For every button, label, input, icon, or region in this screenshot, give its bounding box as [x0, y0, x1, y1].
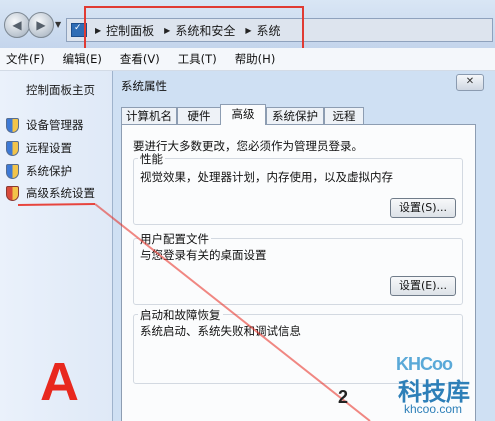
tab-system-protection[interactable]: 系统保护 — [266, 107, 324, 124]
breadcrumb-label: 控制面板 — [106, 23, 155, 38]
annotation-number-2: 2 — [338, 387, 349, 407]
watermark-url: khcoo.com — [404, 402, 463, 416]
task-label: 高级系统设置 — [26, 186, 95, 200]
task-advanced-system-settings[interactable]: 高级系统设置 — [6, 185, 95, 201]
chevron-right-icon: ▶ — [164, 25, 171, 35]
control-panel-icon — [71, 23, 87, 37]
menu-edit[interactable]: 编辑(E) — [57, 51, 108, 67]
performance-desc: 视觉效果，处理器计划，内存使用，以及虚拟内存 — [140, 170, 393, 184]
close-button[interactable]: ✕ — [456, 74, 484, 91]
breadcrumb-system[interactable]: ▶ 系统 — [241, 22, 280, 39]
task-remote-settings[interactable]: 远程设置 — [6, 140, 72, 156]
breadcrumb-control-panel[interactable]: ▶ 控制面板 — [91, 22, 154, 39]
arrow-left-icon: ◀ — [12, 18, 22, 32]
user-profiles-settings-button[interactable]: 设置(E)... — [390, 276, 456, 296]
menu-view[interactable]: 查看(V) — [114, 51, 166, 67]
dialog-title: 系统属性 — [121, 79, 167, 93]
address-field[interactable]: ▶ 控制面板 ▶ 系统和安全 ▶ 系统 — [66, 18, 493, 42]
breadcrumb-system-security[interactable]: ▶ 系统和安全 — [160, 22, 235, 39]
watermark-logo: KHCoo 科技库 khcoo.com — [384, 350, 494, 420]
shield-icon — [6, 140, 19, 156]
forward-button[interactable]: ▶ — [28, 12, 54, 38]
user-profiles-group: 用户配置文件 与您登录有关的桌面设置 设置(E)... — [133, 231, 463, 305]
menu-bar: 文件(F) 编辑(E) 查看(V) 工具(T) 帮助(H) — [0, 48, 495, 71]
back-button[interactable]: ◀ — [4, 12, 30, 38]
task-device-manager[interactable]: 设备管理器 — [6, 117, 84, 133]
shield-icon — [6, 163, 19, 179]
chevron-right-icon: ▶ — [95, 25, 102, 35]
shield-icon — [6, 117, 19, 133]
tab-computer-name[interactable]: 计算机名 — [121, 107, 177, 124]
control-panel-home-link[interactable]: 控制面板主页 — [26, 82, 95, 98]
chevron-right-icon: ▶ — [245, 25, 252, 35]
performance-settings-button[interactable]: 设置(S)... — [390, 198, 456, 218]
performance-title: 性能 — [138, 151, 165, 167]
arrow-right-icon: ▶ — [36, 18, 46, 32]
tab-hardware[interactable]: 硬件 — [177, 107, 221, 124]
startup-recovery-desc: 系统启动、系统失败和调试信息 — [140, 324, 301, 338]
menu-file[interactable]: 文件(F) — [0, 51, 51, 67]
user-profiles-title: 用户配置文件 — [138, 231, 211, 247]
address-bar: ◀ ▶ ▼ ▶ 控制面板 ▶ 系统和安全 ▶ 系统 — [0, 0, 495, 58]
tab-advanced[interactable]: 高级 — [220, 104, 266, 125]
annotation-letter-a: A — [40, 352, 79, 412]
task-label: 系统保护 — [26, 164, 72, 178]
history-dropdown-icon[interactable]: ▼ — [55, 20, 61, 29]
task-system-protection[interactable]: 系统保护 — [6, 163, 72, 179]
shield-icon — [6, 185, 19, 201]
close-icon: ✕ — [465, 76, 475, 87]
task-label: 远程设置 — [26, 141, 72, 155]
startup-recovery-title: 启动和故障恢复 — [138, 307, 223, 323]
performance-group: 性能 视觉效果，处理器计划，内存使用，以及虚拟内存 设置(S)... — [133, 151, 463, 225]
admin-note: 要进行大多数更改，您必须作为管理员登录。 — [133, 139, 363, 153]
user-profiles-desc: 与您登录有关的桌面设置 — [140, 248, 267, 262]
breadcrumb-label: 系统 — [256, 23, 281, 38]
tab-remote[interactable]: 远程 — [324, 107, 364, 124]
breadcrumb-label: 系统和安全 — [175, 23, 236, 38]
task-label: 设备管理器 — [26, 118, 84, 132]
menu-help[interactable]: 帮助(H) — [229, 51, 282, 67]
menu-tools[interactable]: 工具(T) — [172, 51, 223, 67]
